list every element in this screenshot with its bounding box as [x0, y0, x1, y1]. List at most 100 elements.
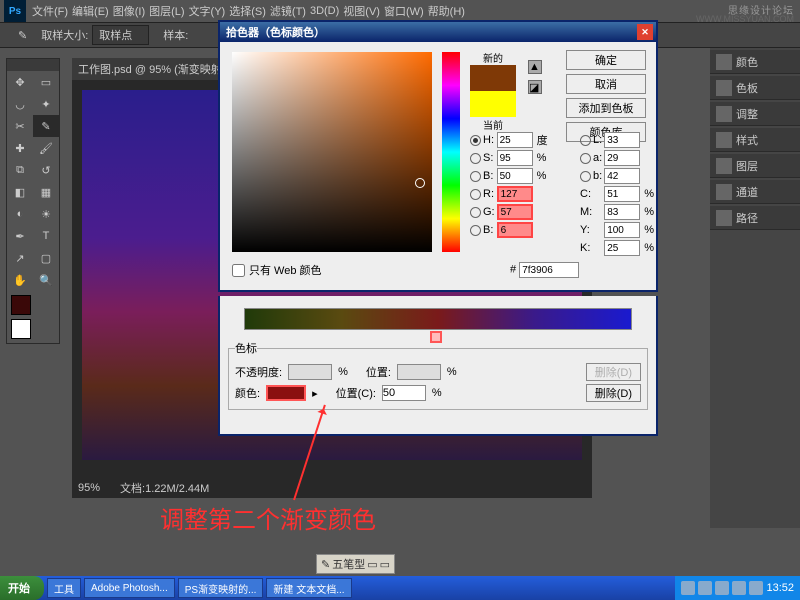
- heal-tool[interactable]: ✚: [7, 137, 33, 159]
- menu-image[interactable]: 图像(I): [113, 3, 145, 19]
- hue-slider[interactable]: [442, 52, 460, 252]
- add-swatch-button[interactable]: 添加到色板: [566, 98, 646, 118]
- s-radio[interactable]: [470, 153, 481, 164]
- gradient-tool[interactable]: ▦: [33, 181, 59, 203]
- crop-tool[interactable]: ✂: [7, 115, 33, 137]
- taskbar-item[interactable]: 新建 文本文档...: [266, 578, 351, 598]
- dodge-tool[interactable]: ☀: [33, 203, 59, 225]
- menu-window[interactable]: 窗口(W): [384, 3, 424, 19]
- opacity-pos-input[interactable]: [397, 364, 441, 380]
- lb-radio[interactable]: [580, 171, 591, 182]
- tray-icon[interactable]: [715, 581, 729, 595]
- move-tool[interactable]: ✥: [7, 71, 33, 93]
- y-input[interactable]: [604, 222, 640, 238]
- b-radio[interactable]: [470, 171, 481, 182]
- taskbar-item[interactable]: 工具: [47, 578, 81, 598]
- r-input[interactable]: [497, 186, 533, 202]
- menu-layer[interactable]: 图层(L): [149, 3, 184, 19]
- menu-3d[interactable]: 3D(D): [310, 5, 339, 17]
- background-color[interactable]: [11, 319, 31, 339]
- marquee-tool[interactable]: ▭: [33, 71, 59, 93]
- hand-tool[interactable]: ✋: [7, 269, 33, 291]
- ok-button[interactable]: 确定: [566, 50, 646, 70]
- m-input[interactable]: [604, 204, 640, 220]
- zoom-tool[interactable]: 🔍: [33, 269, 59, 291]
- panel-layers[interactable]: 图层: [710, 154, 800, 178]
- panel-color[interactable]: 颜色: [710, 50, 800, 74]
- tray-icon[interactable]: [698, 581, 712, 595]
- s-input[interactable]: [497, 150, 533, 166]
- panel-styles[interactable]: 样式: [710, 128, 800, 152]
- bb-input[interactable]: [497, 222, 533, 238]
- close-button[interactable]: ✕: [637, 24, 653, 40]
- c-input[interactable]: [604, 186, 640, 202]
- brush-tool[interactable]: 🖌: [33, 137, 59, 159]
- delete-color-stop-button[interactable]: 删除(D): [586, 384, 641, 402]
- posC-label: 位置(C):: [336, 385, 376, 401]
- menu-help[interactable]: 帮助(H): [428, 3, 465, 19]
- eyedropper-tool[interactable]: ✎: [33, 115, 59, 137]
- menu-edit[interactable]: 编辑(E): [72, 3, 109, 19]
- h-radio[interactable]: [470, 135, 481, 146]
- gradient-bar[interactable]: [244, 308, 632, 330]
- a-radio[interactable]: [580, 153, 591, 164]
- path-tool[interactable]: ↗: [7, 247, 33, 269]
- cube-icon[interactable]: ◪: [528, 80, 542, 94]
- color-pos-input[interactable]: [382, 385, 426, 401]
- opacity-input[interactable]: [288, 364, 332, 380]
- tray-icon[interactable]: [732, 581, 746, 595]
- l-radio[interactable]: [580, 135, 591, 146]
- foreground-color[interactable]: [11, 295, 31, 315]
- saturation-value-field[interactable]: [232, 52, 432, 252]
- delete-opacity-stop-button[interactable]: 删除(D): [586, 363, 641, 381]
- cancel-button[interactable]: 取消: [566, 74, 646, 94]
- pen-tool[interactable]: ✒: [7, 225, 33, 247]
- shape-tool[interactable]: ▢: [33, 247, 59, 269]
- hex-input[interactable]: [519, 262, 579, 278]
- sample-size-dropdown[interactable]: 取样点: [92, 25, 149, 45]
- zoom-level[interactable]: 95%: [78, 482, 100, 494]
- g-radio[interactable]: [470, 207, 481, 218]
- lasso-tool[interactable]: ◡: [7, 93, 33, 115]
- l-input[interactable]: [604, 132, 640, 148]
- taskbar-item[interactable]: PS渐变映射的...: [178, 578, 264, 598]
- eraser-tool[interactable]: ◧: [7, 181, 33, 203]
- ime-bar[interactable]: ✎五笔型▭▭: [316, 554, 395, 574]
- menu-type[interactable]: 文字(Y): [189, 3, 226, 19]
- stop-color-swatch[interactable]: [266, 385, 306, 401]
- gradient-stop-selected[interactable]: [430, 331, 442, 343]
- g-input[interactable]: [497, 204, 533, 220]
- blur-tool[interactable]: ◐: [7, 203, 33, 225]
- panel-adjustments[interactable]: 调整: [710, 102, 800, 126]
- chevron-right-icon[interactable]: ▸: [312, 387, 318, 400]
- menu-view[interactable]: 视图(V): [343, 3, 380, 19]
- tray-icon[interactable]: [681, 581, 695, 595]
- color-cursor[interactable]: [415, 178, 425, 188]
- wand-tool[interactable]: ✦: [33, 93, 59, 115]
- panel-paths[interactable]: 路径: [710, 206, 800, 230]
- panel-channels[interactable]: 通道: [710, 180, 800, 204]
- warning-icon[interactable]: ▲: [528, 60, 542, 74]
- bb-radio[interactable]: [470, 225, 481, 236]
- b-input[interactable]: [497, 168, 533, 184]
- history-brush-tool[interactable]: ↺: [33, 159, 59, 181]
- lb-input[interactable]: [604, 168, 640, 184]
- start-button[interactable]: 开始: [0, 576, 44, 600]
- web-only-checkbox[interactable]: [232, 264, 245, 277]
- taskbar-item[interactable]: Adobe Photosh...: [84, 578, 175, 598]
- menu-select[interactable]: 选择(S): [229, 3, 266, 19]
- eyedropper-icon[interactable]: ✎: [18, 29, 27, 42]
- r-radio[interactable]: [470, 189, 481, 200]
- menu-file[interactable]: 文件(F): [32, 3, 68, 19]
- stamp-tool[interactable]: ⧉: [7, 159, 33, 181]
- k-input[interactable]: [604, 240, 640, 256]
- type-tool[interactable]: T: [33, 225, 59, 247]
- system-tray[interactable]: 13:52: [675, 576, 800, 600]
- h-input[interactable]: [497, 132, 533, 148]
- panel-swatches[interactable]: 色板: [710, 76, 800, 100]
- tray-icon[interactable]: [749, 581, 763, 595]
- app-logo: Ps: [4, 0, 26, 22]
- new-label: 新的: [470, 50, 516, 65]
- a-input[interactable]: [604, 150, 640, 166]
- menu-filter[interactable]: 滤镜(T): [270, 3, 306, 19]
